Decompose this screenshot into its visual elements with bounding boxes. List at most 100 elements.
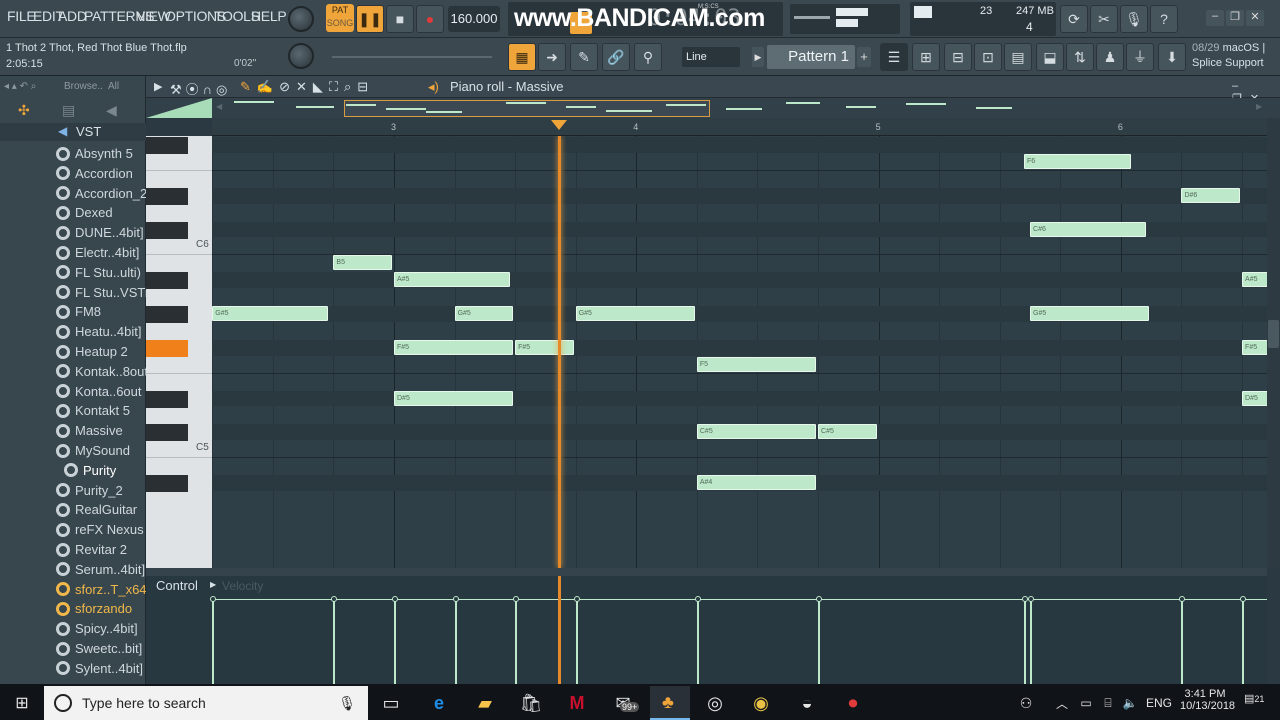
action-center-button[interactable]: ▤21	[1244, 692, 1264, 705]
maximize-button[interactable]: ❐	[1226, 10, 1244, 26]
menu-help[interactable]: HELP	[251, 8, 287, 24]
app-button[interactable]: ◒	[790, 686, 824, 720]
velocity-stem[interactable]	[1181, 599, 1183, 684]
speaker-icon[interactable]: ◂)	[428, 79, 439, 95]
link-button[interactable]: 🔗	[602, 43, 630, 71]
browser-item[interactable]: Massive	[56, 421, 123, 440]
browser-item[interactable]: FL Stu..ulti)	[56, 263, 141, 282]
note[interactable]: C#5	[696, 424, 817, 440]
search-box[interactable]: Type here to search 🎙	[44, 686, 368, 720]
pattern-arrow-button[interactable]: ➜	[538, 43, 566, 71]
velocity-stem[interactable]	[394, 599, 396, 684]
black-key[interactable]	[146, 390, 188, 408]
tray-expand-button[interactable]: ︿	[1050, 686, 1074, 720]
pattern-prev-button[interactable]: ▶	[752, 47, 764, 67]
pitch-slider[interactable]	[332, 56, 492, 58]
menu-file[interactable]: FILE	[7, 8, 36, 24]
note[interactable]: F6	[1023, 153, 1131, 169]
playhead-marker[interactable]	[550, 120, 567, 130]
velocity-handle[interactable]	[816, 596, 822, 602]
note[interactable]: F#5	[515, 339, 574, 355]
black-key[interactable]	[146, 187, 188, 205]
browser-item[interactable]: FM8	[56, 302, 101, 321]
browser-item[interactable]: Dexed	[56, 203, 113, 222]
file-explorer-button[interactable]: ▰	[468, 686, 502, 720]
overview-scroll-left[interactable]: ◀	[216, 102, 222, 111]
edit-tools[interactable]: ✎✍⊘✕◣⛶⌕⊟	[240, 79, 374, 95]
velocity-handle[interactable]	[210, 596, 216, 602]
browser-item[interactable]: Accordion	[56, 164, 133, 183]
plugin-button[interactable]: ⬓	[1036, 43, 1064, 71]
piano-roll-button[interactable]: ▦	[508, 43, 536, 71]
browser-filter[interactable]: All	[108, 81, 119, 92]
minimize-button[interactable]: –	[1206, 10, 1224, 26]
velocity-stem[interactable]	[455, 599, 457, 684]
touch-keyboard-button[interactable]: ♟	[1096, 43, 1124, 71]
browser-nav-icons[interactable]: ◂ ▴ ↶ ⌕	[4, 81, 36, 92]
battery-button[interactable]: ▭	[1074, 686, 1098, 720]
note[interactable]: D#5	[1242, 390, 1267, 406]
browser-item[interactable]: FL Stu..VSTi	[56, 283, 148, 302]
velocity-handle[interactable]	[513, 596, 519, 602]
browser-item[interactable]: Electr..4bit]	[56, 243, 139, 262]
black-key[interactable]	[146, 221, 188, 239]
velocity-handle[interactable]	[1240, 596, 1246, 602]
people-button[interactable]: ⚇	[1012, 686, 1040, 720]
speaker-icon[interactable]: ◀	[106, 102, 117, 119]
note[interactable]: D#5	[394, 390, 514, 406]
control-arrow-icon[interactable]: ▶	[210, 580, 216, 589]
note[interactable]: C#5	[818, 424, 877, 440]
plugin-picker-button[interactable]: ⇅	[1066, 43, 1094, 71]
channel-rack-button[interactable]: ⊞	[912, 43, 940, 71]
options-arrow-icon[interactable]: ▶	[154, 80, 162, 93]
velocity-stem[interactable]	[697, 599, 699, 684]
record-button[interactable]: ●	[416, 5, 444, 33]
note[interactable]: C#6	[1030, 221, 1147, 237]
menu-add[interactable]: ADD	[58, 8, 87, 24]
chrome-button[interactable]: ◉	[744, 686, 778, 720]
browser-item[interactable]: Sweetc..bit]	[56, 639, 142, 658]
browser-item[interactable]: Sylent..4bit]	[56, 659, 143, 678]
browser-item[interactable]: Revitar 2	[56, 540, 127, 559]
note[interactable]: F#5	[1242, 339, 1267, 355]
microphone-button[interactable]: 🎙	[1120, 5, 1148, 33]
vst-folder[interactable]: ◀ VST	[0, 123, 146, 141]
velocity-handle[interactable]	[574, 596, 580, 602]
browser-item[interactable]: RealGuitar	[56, 500, 137, 519]
event-editor[interactable]: Control ▶ Velocity	[146, 568, 1267, 684]
velocity-stem[interactable]	[515, 599, 517, 684]
note[interactable]: A#5	[394, 272, 511, 288]
velocity-handle[interactable]	[1028, 596, 1034, 602]
scroll-thumb[interactable]	[1268, 320, 1279, 348]
note[interactable]: F#5	[394, 339, 514, 355]
note[interactable]: G#5	[212, 306, 329, 321]
note-grid[interactable]: F6D#6C#6B5A#5A#5G#5G#5G#5G#5G#5F#5F#5F#5…	[212, 136, 1267, 568]
note[interactable]: A#5	[1242, 272, 1267, 288]
piano-roll-panel-button[interactable]: ⊡	[974, 43, 1002, 71]
browser-item[interactable]: Purity	[64, 461, 116, 480]
snap-select[interactable]: Line	[682, 47, 740, 67]
velocity-stem[interactable]	[576, 599, 578, 684]
browser-item[interactable]: sforz..T_x64	[56, 580, 147, 599]
browser-item[interactable]: Absynth 5	[56, 144, 133, 163]
master-volume-knob[interactable]	[288, 6, 314, 32]
velocity-handle[interactable]	[1179, 596, 1185, 602]
browser-item[interactable]: MySound	[56, 441, 130, 460]
pattern-overview[interactable]: ◀ ▶	[146, 98, 1280, 118]
velocity-stem[interactable]	[1242, 599, 1244, 684]
pencil-mode-button[interactable]: ✎	[570, 43, 598, 71]
browser-item[interactable]: sforzando	[56, 599, 132, 618]
snap-icon[interactable]: ✣	[18, 102, 30, 119]
browser-button[interactable]: ▤	[1004, 43, 1032, 71]
tools-button[interactable]: ✂	[1090, 5, 1118, 33]
fl-studio-taskbar-button[interactable]: ♣	[650, 686, 690, 720]
velocity-handle[interactable]	[453, 596, 459, 602]
note[interactable]: G#5	[454, 306, 514, 321]
windows-start-button[interactable]: ⊞	[5, 686, 39, 720]
undo-history-button[interactable]: ⟳	[1060, 5, 1088, 33]
network-button[interactable]: ⌸	[1096, 686, 1120, 720]
news-panel[interactable]: 08/29 macOS |	[1192, 42, 1265, 54]
task-view-button[interactable]: ▭	[374, 686, 408, 720]
velocity-stem[interactable]	[212, 599, 214, 684]
playlist-button[interactable]: ☰	[880, 43, 908, 71]
